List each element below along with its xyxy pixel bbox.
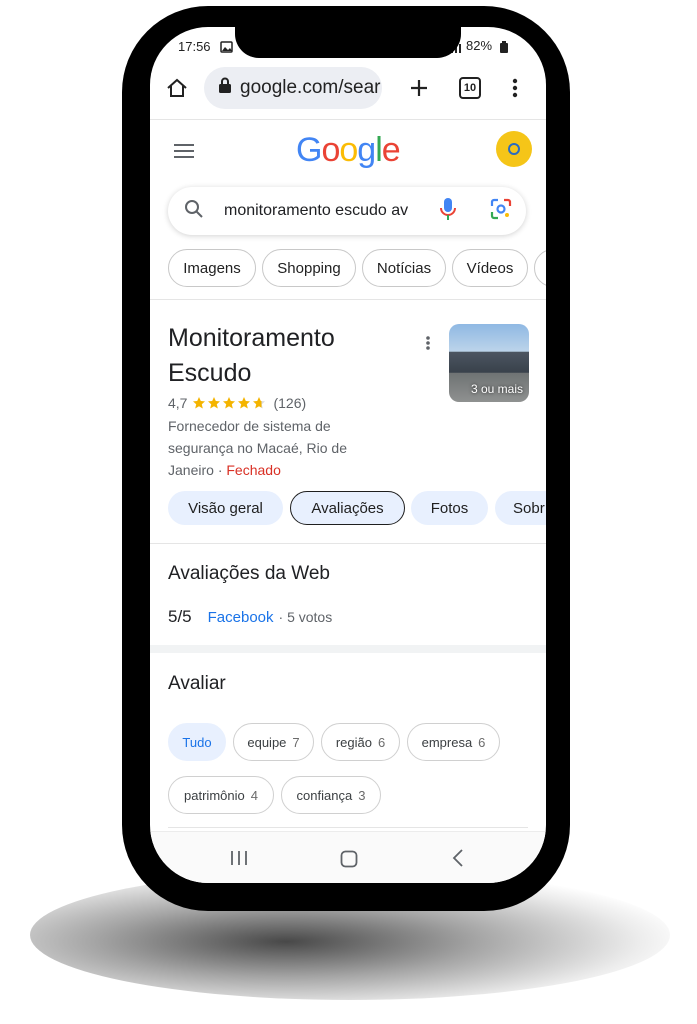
tab-about[interactable]: Sobr bbox=[495, 491, 546, 525]
account-avatar[interactable] bbox=[496, 131, 532, 167]
status-separator: · bbox=[217, 462, 223, 478]
review-filter-company[interactable]: empresa 6 bbox=[407, 723, 500, 761]
review-filter-label: empresa bbox=[421, 734, 473, 750]
search-icon bbox=[184, 199, 204, 224]
review-filter-label: confiança bbox=[296, 787, 353, 803]
home-icon[interactable] bbox=[164, 75, 190, 101]
business-description-block: Fornecedor de sistema de segurança no Ma… bbox=[168, 415, 373, 481]
review-filter-team[interactable]: equipe 7 bbox=[233, 723, 314, 761]
search-query[interactable]: monitoramento escudo av bbox=[224, 202, 424, 220]
rating-value: 4,7 bbox=[168, 395, 188, 411]
address-bar[interactable]: google.com/sear bbox=[204, 67, 382, 109]
rate-divider bbox=[168, 827, 528, 828]
android-nav-bar bbox=[150, 831, 546, 883]
lock-icon bbox=[218, 77, 232, 99]
review-filter-count: 6 bbox=[478, 734, 486, 750]
tab-switcher-button[interactable]: 10 bbox=[459, 77, 481, 99]
review-filter-count: 4 bbox=[250, 787, 258, 803]
review-filter-trust[interactable]: confiança 3 bbox=[281, 776, 381, 814]
filter-chip-more[interactable] bbox=[534, 249, 546, 287]
business-more-icon[interactable] bbox=[422, 333, 434, 353]
review-filter-heritage[interactable]: patrimônio 4 bbox=[168, 776, 274, 814]
business-name-line1: Monitoramento bbox=[168, 324, 335, 352]
status-time: 17:56 bbox=[178, 39, 211, 54]
filters-divider bbox=[150, 299, 546, 300]
more-menu-icon[interactable] bbox=[506, 75, 524, 101]
google-logo[interactable]: Google bbox=[296, 131, 401, 170]
filter-chip-videos[interactable]: Vídeos bbox=[452, 249, 528, 287]
tab-count: 10 bbox=[459, 77, 481, 99]
review-filter-count: 6 bbox=[377, 734, 386, 750]
photo-count-label: 3 ou mais bbox=[470, 382, 523, 396]
filter-chip-news[interactable]: Notícias bbox=[362, 249, 446, 287]
review-filter-label: patrimônio bbox=[184, 787, 245, 803]
web-reviews-heading: Avaliações da Web bbox=[168, 563, 330, 584]
section-separator bbox=[150, 645, 546, 653]
rate-heading: Avaliar bbox=[168, 673, 226, 694]
review-filter-count: 3 bbox=[358, 787, 366, 803]
gallery-icon bbox=[220, 40, 233, 58]
review-filter-label: equipe bbox=[247, 734, 287, 750]
filter-chip-shopping[interactable]: Shopping bbox=[262, 249, 356, 287]
review-filter-label: Tudo bbox=[182, 734, 212, 750]
review-filter-count: 7 bbox=[292, 734, 300, 750]
toolbar-divider bbox=[150, 119, 546, 120]
review-filter-all[interactable]: Tudo bbox=[168, 723, 226, 761]
battery-percent: 82% bbox=[466, 38, 493, 53]
camera-notch bbox=[235, 22, 461, 58]
url-text: google.com/sear bbox=[240, 77, 381, 98]
rating-row: 4,7 (126) bbox=[168, 395, 306, 411]
web-review-source-link[interactable]: Facebook bbox=[208, 609, 274, 626]
search-box[interactable]: monitoramento escudo av bbox=[168, 187, 526, 235]
rating-stars bbox=[192, 396, 268, 410]
web-review-score: 5/5 bbox=[168, 607, 192, 626]
tab-reviews[interactable]: Avaliações bbox=[290, 491, 405, 525]
battery-icon bbox=[499, 40, 509, 58]
review-filter-region[interactable]: região 6 bbox=[321, 723, 400, 761]
open-status: Fechado bbox=[226, 462, 281, 478]
business-name-line2: Escudo bbox=[168, 359, 252, 387]
tabs-divider bbox=[150, 543, 546, 544]
business-name: Monitoramento Escudo bbox=[168, 321, 408, 391]
tab-overview[interactable]: Visão geral bbox=[168, 491, 283, 525]
recent-apps-icon[interactable] bbox=[230, 850, 248, 871]
review-filter-label: região bbox=[335, 734, 372, 750]
business-photo[interactable]: 3 ou mais bbox=[449, 324, 529, 402]
tab-photos[interactable]: Fotos bbox=[411, 491, 488, 525]
new-tab-icon[interactable] bbox=[406, 75, 432, 101]
review-count[interactable]: (126) bbox=[273, 395, 306, 411]
phone-screen: 17:56 82% google.com/sear 10 Google moni… bbox=[150, 27, 546, 883]
home-nav-icon[interactable] bbox=[340, 850, 358, 873]
hamburger-menu-icon[interactable] bbox=[172, 139, 196, 163]
back-nav-icon[interactable] bbox=[452, 849, 464, 872]
web-review-row: 5/5 Facebook · 5 votos bbox=[168, 607, 332, 627]
filter-chip-images[interactable]: Imagens bbox=[168, 249, 256, 287]
google-lens-icon[interactable] bbox=[490, 198, 512, 225]
web-review-votes: · 5 votos bbox=[278, 609, 333, 625]
voice-search-icon[interactable] bbox=[440, 197, 456, 226]
